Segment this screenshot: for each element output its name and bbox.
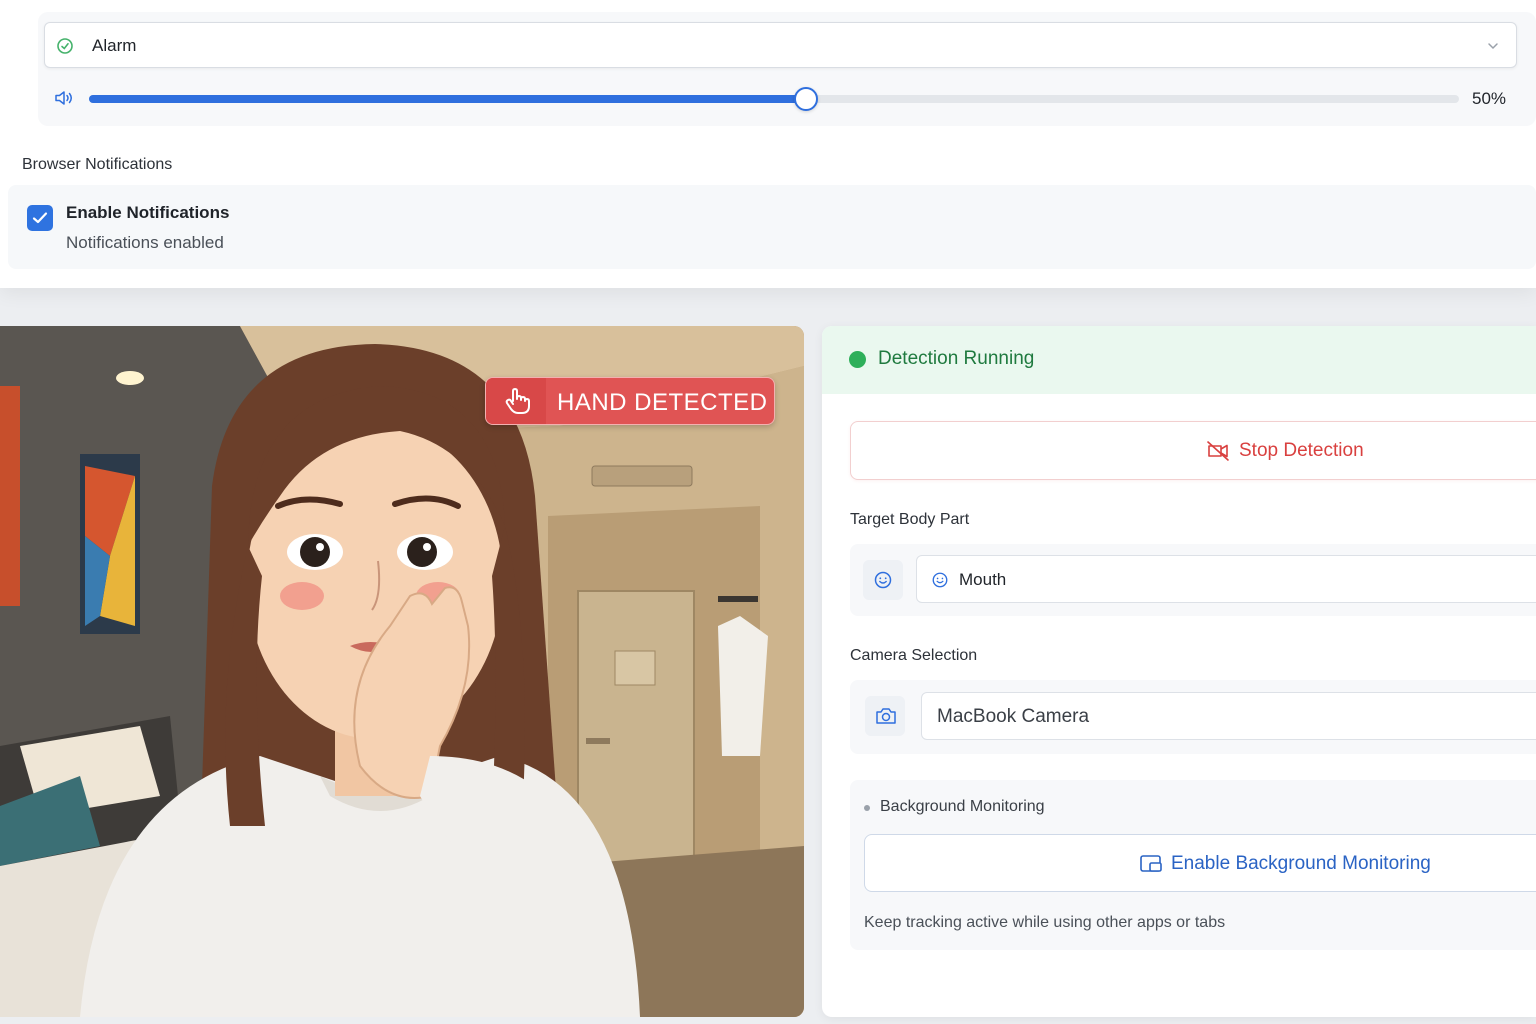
volume-slider-fill — [89, 95, 806, 103]
camera-feed: HAND DETECTED — [0, 326, 804, 1017]
target-icon-chip — [863, 560, 903, 600]
camera-selection-heading: Camera Selection — [850, 647, 978, 664]
bullet-dot-icon — [864, 805, 870, 811]
hand-detected-badge: HAND DETECTED — [485, 377, 775, 425]
volume-value: 50% — [1472, 89, 1507, 108]
notifications-section — [8, 185, 1536, 269]
detection-status-bar: Detection Running — [822, 326, 1536, 394]
camera-selection-row: MacBook Camera — [850, 680, 1536, 754]
volume-slider-thumb[interactable] — [793, 87, 818, 111]
target-body-part-heading: Target Body Part — [850, 511, 970, 528]
status-dot-icon — [849, 351, 866, 368]
camera-frame-image — [0, 326, 804, 1017]
smile-icon — [874, 571, 892, 589]
settings-card: Alarm 50% Browser Notifications Enable N… — [0, 0, 1536, 288]
check-icon — [32, 212, 48, 224]
camera-select[interactable]: MacBook Camera — [921, 692, 1536, 740]
camera-icon-chip — [865, 696, 905, 736]
background-monitoring-heading: Background Monitoring — [880, 798, 1045, 815]
sound-icon — [57, 38, 73, 54]
target-body-part-value: Mouth — [959, 570, 1007, 589]
alert-sound-value: Alarm — [92, 36, 137, 55]
notifications-status: Notifications enabled — [66, 233, 224, 252]
hand-pointer-icon — [505, 388, 530, 414]
chevron-down-icon — [1488, 43, 1498, 50]
enable-background-monitoring-button[interactable]: Enable Background Monitoring — [864, 834, 1536, 892]
alert-sound-select[interactable]: Alarm — [44, 22, 1517, 68]
enable-notifications-checkbox[interactable] — [27, 205, 53, 231]
stop-detection-label: Stop Detection — [1239, 440, 1364, 461]
camera-off-icon — [1207, 441, 1229, 461]
target-body-part-row: Mouth — [850, 544, 1536, 616]
camera-select-value: MacBook Camera — [937, 706, 1090, 727]
stop-detection-button[interactable]: Stop Detection — [850, 421, 1536, 480]
hand-detected-text: HAND DETECTED — [557, 389, 768, 416]
camera-icon — [876, 708, 896, 724]
volume-icon — [55, 91, 72, 105]
background-monitoring-hint: Keep tracking active while using other a… — [864, 914, 1226, 931]
target-body-part-select[interactable]: Mouth — [916, 555, 1536, 603]
detection-status-text: Detection Running — [878, 348, 1035, 369]
picture-in-picture-icon — [1140, 855, 1162, 872]
enable-background-monitoring-label: Enable Background Monitoring — [1171, 853, 1431, 874]
enable-notifications-label: Enable Notifications — [66, 203, 230, 222]
notifications-heading: Browser Notifications — [22, 156, 173, 173]
smile-icon — [932, 572, 948, 588]
volume-slider[interactable] — [89, 87, 1459, 111]
detection-panel: Detection Running Stop Detection Target … — [822, 326, 1536, 1017]
